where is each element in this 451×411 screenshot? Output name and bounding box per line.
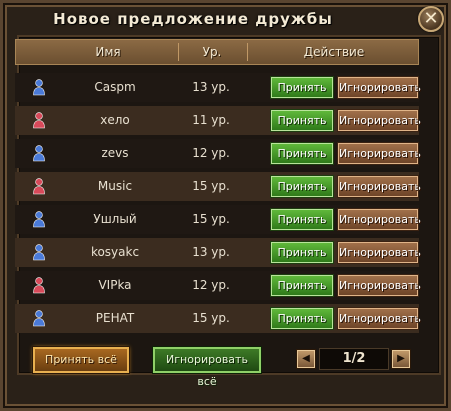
column-header-level: Ур. — [202, 45, 222, 59]
female-user-icon — [33, 112, 45, 129]
table-row: PEHAT 15 ур. Принять Игнорировать — [15, 304, 421, 333]
arrow-left-icon[interactable]: ◀ — [296, 349, 316, 369]
male-user-icon — [33, 244, 45, 261]
accept-button[interactable]: Принять — [270, 274, 334, 297]
table-row: zevs 12 ур. Принять Игнорировать — [15, 139, 421, 168]
ignore-button[interactable]: Игнорировать — [337, 76, 421, 99]
male-user-icon — [33, 145, 45, 162]
male-user-icon — [33, 310, 45, 327]
column-header-name: Имя — [95, 45, 121, 59]
table-row: Caspm 13 ур. Принять Игнорировать — [15, 73, 421, 102]
player-name: Caspm — [94, 80, 136, 94]
column-header-action: Действие — [303, 45, 365, 59]
accept-button[interactable]: Принять — [270, 307, 334, 330]
ignore-button[interactable]: Игнорировать — [337, 175, 421, 198]
female-user-icon — [33, 277, 45, 294]
player-level: 13 ур. — [192, 80, 230, 94]
player-level: 15 ур. — [192, 179, 230, 193]
ignore-button[interactable]: Игнорировать — [337, 307, 421, 330]
accept-button[interactable]: Принять — [270, 76, 334, 99]
page-indicator: 1/2 — [319, 348, 389, 370]
male-user-icon — [33, 79, 45, 96]
player-level: 15 ур. — [192, 212, 230, 226]
accept-button[interactable]: Принять — [270, 142, 334, 165]
player-name: zevs — [101, 146, 129, 160]
ignore-button[interactable]: Игнорировать — [337, 142, 421, 165]
table-row: kosyakc 13 ур. Принять Игнорировать — [15, 238, 421, 267]
player-level: 11 ур. — [192, 113, 230, 127]
table-row: хело 11 ур. Принять Игнорировать — [15, 106, 421, 135]
ignore-button[interactable]: Игнорировать — [337, 274, 421, 297]
table-row: Ушлый 15 ур. Принять Игнорировать — [15, 205, 421, 234]
male-user-icon — [33, 211, 45, 228]
table-row: VIPka 12 ур. Принять Игнорировать — [15, 271, 421, 300]
player-name: хело — [100, 113, 130, 127]
arrow-right-icon[interactable]: ▶ — [391, 349, 411, 369]
window-title: Новое предложение дружбы — [53, 10, 333, 28]
player-name: Music — [97, 179, 133, 193]
player-name: VIPka — [98, 278, 132, 292]
friend-request-window: Новое предложение дружбы ✕ Имя Ур. Дейст… — [0, 0, 451, 411]
player-level: 12 ур. — [192, 146, 230, 160]
player-level: 15 ур. — [192, 311, 230, 325]
female-user-icon — [33, 178, 45, 195]
ignore-button[interactable]: Игнорировать — [337, 109, 421, 132]
accept-button[interactable]: Принять — [270, 208, 334, 231]
accept-button[interactable]: Принять — [270, 175, 334, 198]
ignore-all-button[interactable]: Игнорировать всё — [152, 346, 262, 388]
ignore-button[interactable]: Игнорировать — [337, 208, 421, 231]
player-level: 12 ур. — [192, 278, 230, 292]
accept-button[interactable]: Принять — [270, 241, 334, 264]
table-header: Имя Ур. Действие — [15, 39, 419, 65]
close-icon[interactable]: ✕ — [418, 6, 444, 32]
player-name: kosyakc — [90, 245, 140, 259]
table-row: Music 15 ур. Принять Игнорировать — [15, 172, 421, 201]
player-level: 13 ур. — [192, 245, 230, 259]
player-name: PEHAT — [95, 311, 135, 325]
accept-all-button[interactable]: Принять всё — [32, 346, 130, 374]
accept-button[interactable]: Принять — [270, 109, 334, 132]
player-name: Ушлый — [93, 212, 137, 226]
ignore-button[interactable]: Игнорировать — [337, 241, 421, 264]
